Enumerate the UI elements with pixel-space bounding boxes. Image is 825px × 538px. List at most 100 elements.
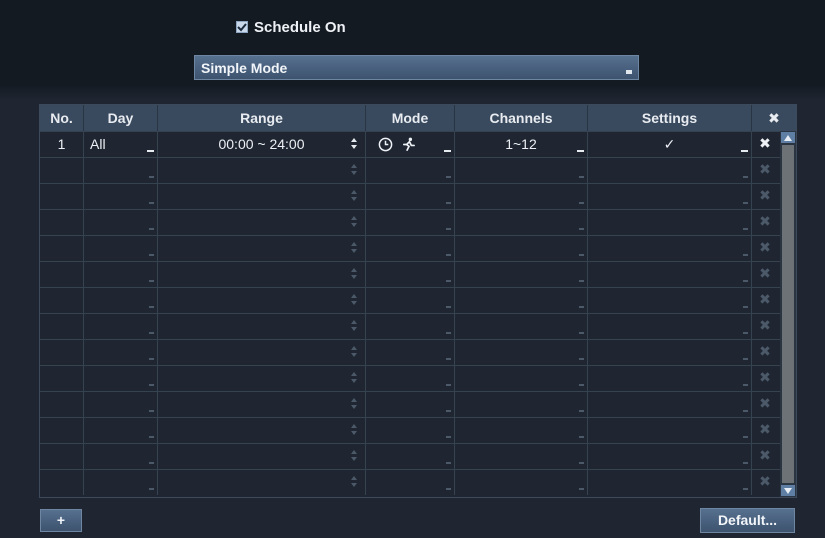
spinner-arrows-icon[interactable]: [351, 268, 357, 281]
channels-dropdown[interactable]: [455, 418, 588, 443]
mode-dropdown[interactable]: [366, 288, 455, 313]
delete-row-button[interactable]: ✖: [753, 317, 777, 334]
spinner-arrows-icon[interactable]: [351, 242, 357, 255]
default-button[interactable]: Default...: [700, 508, 795, 533]
settings-dropdown[interactable]: [588, 236, 752, 261]
delete-row-button[interactable]: ✖: [753, 291, 777, 308]
mode-dropdown[interactable]: [366, 184, 455, 209]
range-spinner[interactable]: [158, 262, 366, 287]
range-spinner[interactable]: [158, 314, 366, 339]
delete-row-button[interactable]: ✖: [753, 343, 777, 360]
range-spinner[interactable]: [158, 444, 366, 469]
range-spinner[interactable]: [158, 418, 366, 443]
channels-dropdown[interactable]: [455, 210, 588, 235]
channels-dropdown[interactable]: [455, 314, 588, 339]
settings-dropdown[interactable]: ✓: [588, 132, 752, 157]
settings-dropdown[interactable]: [588, 418, 752, 443]
scroll-down-button[interactable]: [781, 485, 795, 496]
day-dropdown[interactable]: [84, 392, 158, 417]
settings-dropdown[interactable]: [588, 314, 752, 339]
delete-row-button[interactable]: ✖: [753, 161, 777, 178]
mode-dropdown[interactable]: [366, 470, 455, 495]
mode-dropdown[interactable]: [366, 158, 455, 183]
channels-dropdown[interactable]: [455, 158, 588, 183]
table-row[interactable]: [40, 235, 780, 261]
vertical-scrollbar[interactable]: [780, 131, 796, 497]
day-dropdown[interactable]: [84, 210, 158, 235]
table-row[interactable]: [40, 209, 780, 235]
range-spinner[interactable]: 00:00 ~ 24:00: [158, 132, 366, 157]
table-row[interactable]: [40, 469, 780, 495]
schedule-on-checkbox[interactable]: Schedule On: [236, 17, 346, 37]
settings-dropdown[interactable]: [588, 470, 752, 495]
range-spinner[interactable]: [158, 340, 366, 365]
table-row[interactable]: [40, 287, 780, 313]
range-spinner[interactable]: [158, 288, 366, 313]
spinner-arrows-icon[interactable]: [351, 424, 357, 437]
day-dropdown[interactable]: [84, 418, 158, 443]
range-spinner[interactable]: [158, 392, 366, 417]
mode-dropdown[interactable]: [366, 236, 455, 261]
settings-dropdown[interactable]: [588, 340, 752, 365]
delete-row-button[interactable]: ✖: [753, 421, 777, 438]
settings-dropdown[interactable]: [588, 444, 752, 469]
channels-dropdown[interactable]: [455, 392, 588, 417]
spinner-arrows-icon[interactable]: [351, 450, 357, 463]
day-dropdown[interactable]: [84, 262, 158, 287]
day-dropdown[interactable]: [84, 288, 158, 313]
mode-dropdown[interactable]: [366, 418, 455, 443]
mode-dropdown[interactable]: [366, 366, 455, 391]
range-spinner[interactable]: [158, 210, 366, 235]
day-dropdown[interactable]: All: [84, 132, 158, 157]
range-spinner[interactable]: [158, 366, 366, 391]
settings-dropdown[interactable]: [588, 262, 752, 287]
delete-row-button[interactable]: ✖: [753, 213, 777, 230]
spinner-arrows-icon[interactable]: [351, 398, 357, 411]
table-row[interactable]: [40, 391, 780, 417]
delete-row-button[interactable]: ✖: [753, 187, 777, 204]
table-row[interactable]: [40, 183, 780, 209]
channels-dropdown[interactable]: [455, 366, 588, 391]
channels-dropdown[interactable]: [455, 470, 588, 495]
day-dropdown[interactable]: [84, 340, 158, 365]
spinner-arrows-icon[interactable]: [351, 190, 357, 203]
spinner-arrows-icon[interactable]: [351, 346, 357, 359]
day-dropdown[interactable]: [84, 366, 158, 391]
schedule-mode-dropdown[interactable]: Simple Mode: [194, 55, 639, 80]
delete-row-button[interactable]: ✖: [753, 473, 777, 490]
spinner-arrows-icon[interactable]: [351, 138, 357, 151]
delete-row-button[interactable]: ✖: [753, 395, 777, 412]
settings-dropdown[interactable]: [588, 210, 752, 235]
channels-dropdown[interactable]: [455, 444, 588, 469]
spinner-arrows-icon[interactable]: [351, 476, 357, 489]
table-row[interactable]: [40, 157, 780, 183]
mode-dropdown[interactable]: [366, 210, 455, 235]
table-row[interactable]: 1 All 00:00 ~ 24:00 1~12 ✓: [40, 131, 780, 157]
channels-dropdown[interactable]: [455, 236, 588, 261]
day-dropdown[interactable]: [84, 314, 158, 339]
add-schedule-button[interactable]: +: [40, 509, 82, 532]
day-dropdown[interactable]: [84, 184, 158, 209]
delete-all-button[interactable]: ✖: [752, 105, 796, 131]
day-dropdown[interactable]: [84, 470, 158, 495]
settings-dropdown[interactable]: [588, 184, 752, 209]
settings-dropdown[interactable]: [588, 366, 752, 391]
table-row[interactable]: [40, 313, 780, 339]
spinner-arrows-icon[interactable]: [351, 216, 357, 229]
spinner-arrows-icon[interactable]: [351, 372, 357, 385]
day-dropdown[interactable]: [84, 158, 158, 183]
delete-row-button[interactable]: ✖: [753, 447, 777, 464]
checkbox-checked-icon[interactable]: [236, 21, 248, 33]
range-spinner[interactable]: [158, 470, 366, 495]
channels-dropdown[interactable]: [455, 340, 588, 365]
scroll-up-button[interactable]: [781, 132, 795, 143]
settings-dropdown[interactable]: [588, 158, 752, 183]
settings-dropdown[interactable]: [588, 392, 752, 417]
spinner-arrows-icon[interactable]: [351, 164, 357, 177]
channels-dropdown[interactable]: [455, 184, 588, 209]
delete-row-button[interactable]: ✖: [753, 265, 777, 282]
table-row[interactable]: [40, 339, 780, 365]
range-spinner[interactable]: [158, 236, 366, 261]
spinner-arrows-icon[interactable]: [351, 320, 357, 333]
day-dropdown[interactable]: [84, 236, 158, 261]
